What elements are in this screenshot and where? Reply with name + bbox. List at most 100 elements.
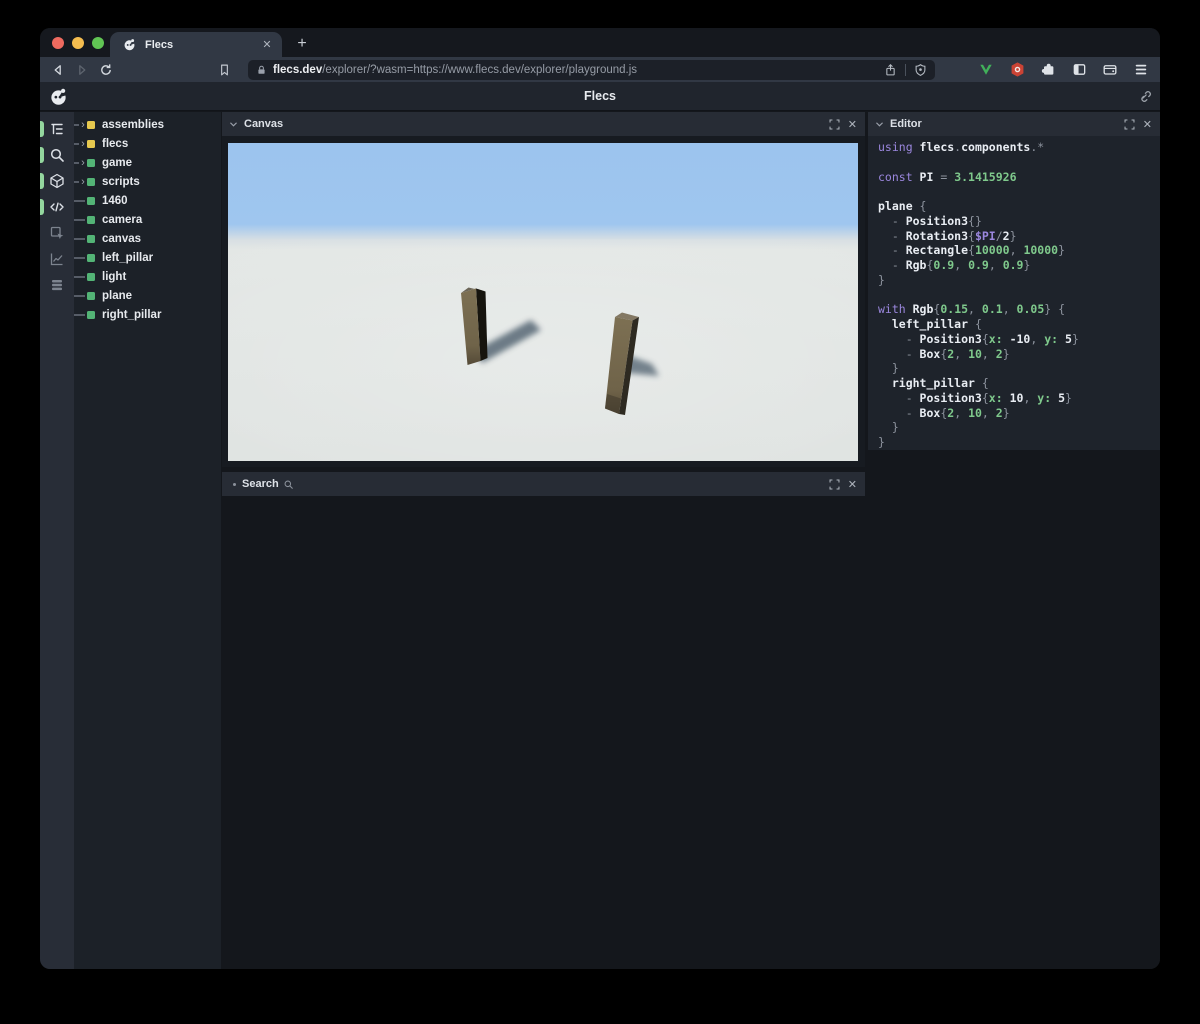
entity-tree: › assemblies › flecs › game › scripts 1460 camera…: [74, 112, 221, 969]
tree-guide: [74, 275, 85, 278]
tree-item-label: light: [102, 270, 127, 283]
tool-logs[interactable]: [40, 272, 74, 298]
code-line: - Rectangle{10000, 10000}: [878, 243, 1065, 258]
tool-charts[interactable]: [40, 246, 74, 272]
cube-icon: [50, 173, 64, 189]
expand-chevron-icon[interactable]: ›: [79, 119, 87, 130]
browser-toolbar: flecs.dev/explorer/?wasm=https://www.fle…: [40, 57, 1160, 82]
tree-item-flecs[interactable]: › flecs: [74, 134, 221, 153]
tool-code[interactable]: [40, 194, 74, 220]
canvas-panel-body: [222, 136, 865, 467]
tree-item-canvas[interactable]: canvas: [74, 229, 221, 248]
red-hex-extension-icon[interactable]: [1006, 60, 1028, 80]
extensions-puzzle-icon[interactable]: [1037, 60, 1059, 80]
tab-bar: Flecs ✕ +: [40, 28, 1160, 57]
code-line: using flecs.components.*: [878, 140, 1045, 154]
tool-entity-tree[interactable]: [40, 116, 74, 142]
tree-guide: [74, 218, 85, 221]
tree-item-scripts[interactable]: › scripts: [74, 172, 221, 191]
search-icon: [283, 479, 294, 490]
brave-shield-icon[interactable]: [914, 63, 927, 77]
close-icon[interactable]: ✕: [1143, 118, 1152, 131]
tool-search[interactable]: [40, 142, 74, 168]
entity-tree-icon: [51, 123, 63, 135]
close-window-button[interactable]: [52, 37, 64, 49]
entity-kind-icon: [87, 215, 95, 224]
back-button[interactable]: [46, 60, 70, 80]
chevron-down-icon[interactable]: [875, 121, 884, 128]
bookmark-icon: [220, 64, 228, 75]
url-bar[interactable]: flecs.dev/explorer/?wasm=https://www.fle…: [248, 59, 935, 80]
back-icon: [54, 64, 61, 75]
editor-panel-title: Editor: [890, 118, 922, 130]
tree-guide: [74, 199, 85, 202]
chevron-down-icon[interactable]: [229, 121, 238, 128]
expand-chevron-icon[interactable]: ›: [79, 138, 87, 149]
code-line: - Position3{x: 10, y: 5}: [878, 390, 1072, 405]
code-line: - Rotation3{$PI/2}: [878, 228, 1017, 243]
close-icon[interactable]: ✕: [848, 118, 857, 131]
tree-item-1460[interactable]: 1460: [74, 191, 221, 210]
tree-item-label: scripts: [102, 175, 140, 188]
scene-canvas[interactable]: [228, 143, 858, 461]
code-line: with Rgb{0.15, 0.1, 0.05} {: [878, 302, 1066, 317]
tree-item-right_pillar[interactable]: right_pillar: [74, 305, 221, 324]
v-extension-icon[interactable]: [975, 60, 997, 80]
tree-guide: [74, 294, 85, 297]
expand-icon[interactable]: [829, 119, 840, 130]
bookmark-button[interactable]: [212, 60, 236, 80]
tree-item-plane[interactable]: plane: [74, 286, 221, 305]
tree-item-camera[interactable]: camera: [74, 210, 221, 229]
code-line: const PI = 3.1415926: [878, 169, 1017, 184]
code-line: - Position3{x: -10, y: 5}: [878, 331, 1079, 346]
expand-icon[interactable]: [829, 479, 840, 490]
browser-window: Flecs ✕ + flecs.dev/explorer/?wasm=https…: [40, 28, 1160, 969]
search-icon: [50, 148, 64, 162]
editor-code[interactable]: using flecs.components.* const PI = 3.14…: [868, 136, 1160, 450]
tree-item-assemblies[interactable]: › assemblies: [74, 115, 221, 134]
entity-kind-icon: [87, 196, 95, 205]
chevron-collapsed-icon[interactable]: [233, 482, 236, 486]
wallet-icon[interactable]: [1099, 60, 1121, 80]
share-icon[interactable]: [884, 63, 897, 77]
tool-strip: [40, 112, 74, 969]
lock-icon: [258, 65, 265, 74]
tree-item-label: camera: [102, 213, 143, 226]
minimize-window-button[interactable]: [72, 37, 84, 49]
tool-scene[interactable]: [40, 168, 74, 194]
code-line: }: [878, 420, 899, 435]
tree-item-light[interactable]: light: [74, 267, 221, 286]
expand-icon[interactable]: [1124, 119, 1135, 130]
menu-button[interactable]: [1130, 60, 1152, 80]
window-controls: [52, 37, 104, 49]
tree-guide: [74, 237, 85, 240]
code-line: }: [878, 361, 899, 376]
code-line: }: [878, 435, 885, 449]
tree-item-game[interactable]: › game: [74, 153, 221, 172]
code-line: plane {: [878, 199, 927, 213]
tool-inspect[interactable]: [40, 220, 74, 246]
permalink-icon[interactable]: [1137, 89, 1152, 104]
search-panel-title: Search: [242, 478, 279, 490]
tree-item-label: flecs: [102, 137, 129, 150]
tree-guide: [74, 313, 85, 316]
url-path: /explorer/?wasm=https://www.flecs.dev/ex…: [322, 63, 638, 76]
tree-item-label: canvas: [102, 232, 142, 245]
browser-tab[interactable]: Flecs ✕: [110, 32, 282, 57]
forward-button[interactable]: [70, 60, 94, 80]
sidebar-toggle-icon[interactable]: [1068, 60, 1090, 80]
tree-item-left_pillar[interactable]: left_pillar: [74, 248, 221, 267]
reload-button[interactable]: [94, 60, 118, 80]
tree-item-label: 1460: [102, 194, 128, 207]
zoom-window-button[interactable]: [92, 37, 104, 49]
entity-kind-icon: [87, 120, 95, 129]
close-icon[interactable]: ✕: [848, 478, 857, 491]
new-tab-button[interactable]: +: [290, 32, 314, 56]
expand-chevron-icon[interactable]: ›: [79, 176, 87, 187]
flecs-favicon-icon: [124, 39, 136, 51]
tree-item-label: game: [102, 156, 133, 169]
tab-close-icon[interactable]: ✕: [260, 38, 274, 51]
expand-chevron-icon[interactable]: ›: [79, 157, 87, 168]
code-line: - Box{2, 10, 2}: [878, 346, 1010, 361]
